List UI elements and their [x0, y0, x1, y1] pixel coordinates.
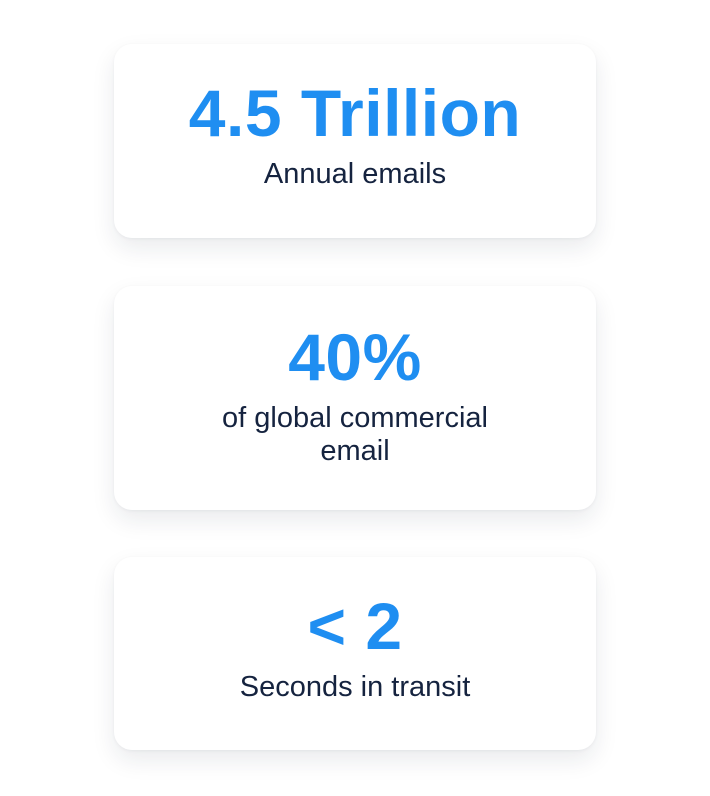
stat-label: of global commercial email — [222, 402, 488, 467]
stat-value: 40% — [288, 320, 422, 394]
stat-label: Annual emails — [263, 158, 447, 190]
stat-card-annual-emails: 4.5 Trillion Annual emails — [114, 44, 596, 238]
stats-list: 4.5 Trillion Annual emails 40% of global… — [0, 0, 710, 796]
stat-card-transit-time: < 2 Seconds in transit — [114, 557, 596, 750]
stat-value: < 2 — [307, 589, 403, 663]
stat-value: 4.5 Trillion — [188, 76, 522, 150]
stat-card-commercial-email-share: 40% of global commercial email — [114, 286, 596, 510]
stat-label: Seconds in transit — [239, 671, 471, 703]
